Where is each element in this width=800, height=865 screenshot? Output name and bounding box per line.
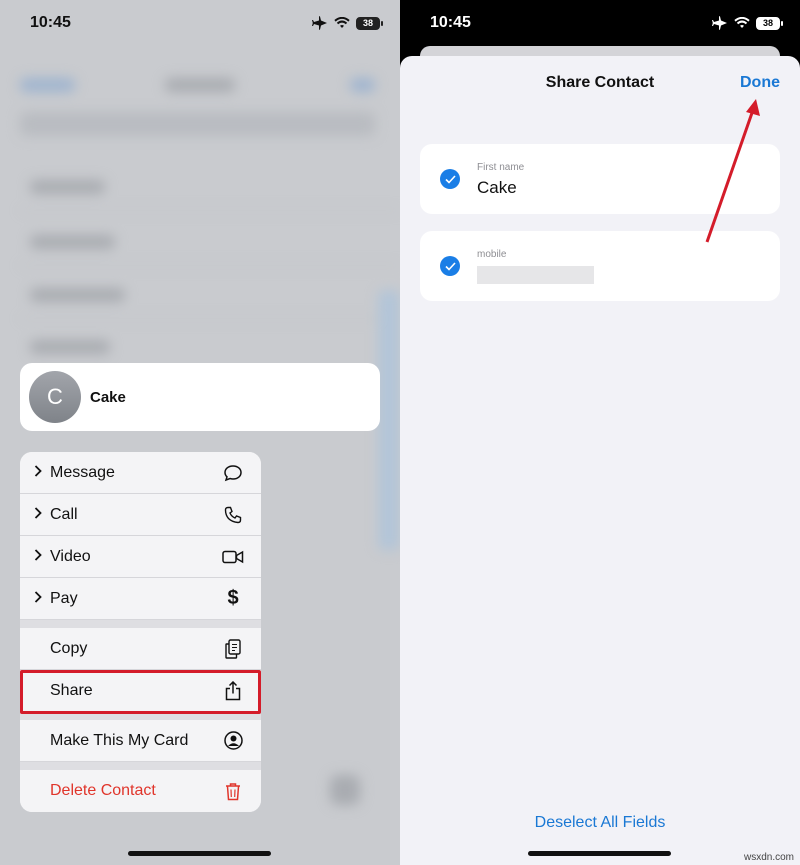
field-first-name[interactable]: First name Cake [420,144,780,214]
menu-item-message[interactable]: Message [20,452,261,494]
menu-group-divider [20,620,261,628]
battery-icon: 38 [756,16,783,30]
menu-item-share[interactable]: Share [20,670,261,712]
airplane-icon [712,16,727,30]
person-circle-icon [222,731,244,750]
menu-item-pay[interactable]: Pay $ [20,578,261,620]
status-bar: 10:45 38 [400,14,800,36]
dollar-icon: $ [227,587,239,609]
checkmark-icon[interactable] [440,169,460,189]
chevron-right-icon [34,465,50,480]
chevron-right-icon [34,591,50,606]
video-icon [222,550,244,564]
wifi-icon [734,17,750,28]
home-indicator [128,851,271,856]
chevron-right-icon [34,507,50,522]
menu-item-delete-contact[interactable]: Delete Contact [20,770,261,812]
menu-group-divider [20,712,261,720]
status-bar: 10:45 38 [0,14,400,36]
battery-icon: 38 [356,16,383,30]
home-indicator [528,851,671,856]
field-value: Cake [477,178,517,197]
field-label: First name [477,162,525,173]
message-icon [222,464,244,482]
field-mobile[interactable]: mobile [420,231,780,301]
menu-group-divider [20,762,261,770]
left-screen: 10:45 38 C Cake Message Call Video Pay $… [0,0,400,865]
right-screen: 10:45 38 Share Contact Done First name C… [400,0,800,865]
wifi-icon [334,17,350,28]
menu-item-make-my-card[interactable]: Make This My Card [20,720,261,762]
menu-item-copy[interactable]: Copy [20,628,261,670]
airplane-icon [312,16,327,30]
status-time: 10:45 [30,14,71,31]
done-button[interactable]: Done [740,74,780,92]
trash-icon [222,782,244,801]
status-time: 10:45 [430,14,471,31]
checkmark-icon[interactable] [440,256,460,276]
menu-item-call[interactable]: Call [20,494,261,536]
redacted-phone-number [477,266,594,284]
deselect-all-fields-button[interactable]: Deselect All Fields [400,814,800,832]
share-icon [222,680,244,701]
phone-icon [222,506,244,524]
menu-item-video[interactable]: Video [20,536,261,578]
avatar: C [29,371,81,423]
watermark: wsxdn.com [743,852,794,863]
contact-name: Cake [90,388,126,406]
contact-preview-card[interactable]: C Cake [20,363,380,431]
context-menu: Message Call Video Pay $ Copy Share Make… [20,452,261,812]
field-label: mobile [477,249,507,260]
chevron-right-icon [34,549,50,564]
copy-icon [222,638,244,659]
share-contact-sheet: Share Contact Done First name Cake mobil… [400,56,800,865]
